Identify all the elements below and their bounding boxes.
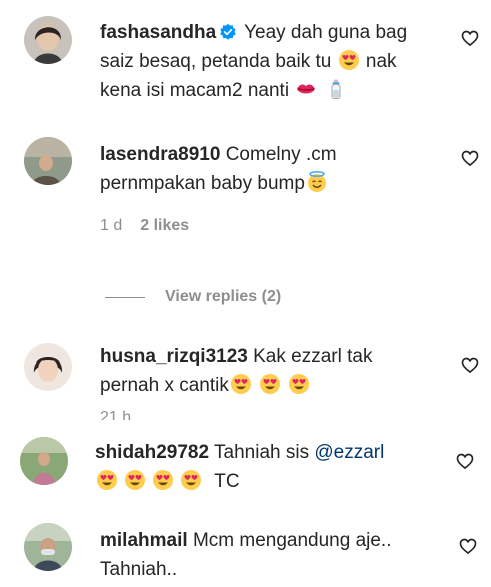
like-heart-icon[interactable] (455, 451, 475, 471)
avatar[interactable] (24, 523, 72, 571)
heart-eyes-emoji-icon (259, 373, 281, 395)
comment-text: pernah x cantik (100, 375, 229, 396)
comment-text: Tahniah.. (100, 559, 178, 580)
like-heart-icon[interactable] (460, 355, 480, 375)
verified-badge-icon (219, 23, 237, 41)
heart-eyes-emoji-icon (230, 373, 252, 395)
comment-text: Tahniah sis (214, 442, 310, 463)
like-heart-icon[interactable] (458, 536, 478, 556)
comment-body: milahmail Mcm mengandung aje.. Tahniah.. (100, 526, 440, 584)
mention-link[interactable]: @ezzarl (314, 442, 384, 463)
view-replies-label: View replies (2) (165, 288, 282, 305)
comment-text: Kak ezzarl tak (253, 346, 373, 367)
comment-text: Comelny .cm (225, 144, 337, 165)
divider (105, 296, 145, 298)
avatar[interactable] (24, 137, 72, 185)
heart-eyes-emoji-icon (124, 469, 146, 491)
comment-time: 1 d (100, 217, 123, 234)
view-replies-button[interactable]: View replies (2) (105, 286, 281, 308)
username[interactable]: milahmail (100, 530, 188, 551)
avatar[interactable] (20, 437, 68, 485)
heart-eyes-emoji-icon (152, 469, 174, 491)
avatar[interactable] (24, 16, 72, 64)
heart-eyes-emoji-icon (180, 469, 202, 491)
comment-text: nak (365, 51, 397, 72)
like-heart-icon[interactable] (460, 148, 480, 168)
comment-meta: 21 h (100, 410, 131, 420)
comment-body: shidah29782 Tahniah sis @ezzarl TC (95, 438, 445, 496)
smiling-halo-emoji-icon (306, 171, 328, 193)
heart-eyes-emoji-icon (338, 49, 360, 71)
username[interactable]: fashasandha (100, 22, 216, 43)
comment-body: fashasandha Yeay dah guna bag saiz besaq… (100, 18, 440, 105)
comment-time: 21 h (100, 410, 132, 420)
username[interactable]: lasendra8910 (100, 144, 220, 165)
likes-count[interactable]: 2 likes (140, 217, 189, 234)
username[interactable]: shidah29782 (95, 442, 209, 463)
comment-text: pernmpakan baby bump (100, 173, 305, 194)
comment-text: Yeay dah guna bag (244, 22, 408, 43)
like-heart-icon[interactable] (460, 28, 480, 48)
heart-eyes-emoji-icon (96, 469, 118, 491)
avatar[interactable] (24, 343, 72, 391)
comment-body: husna_rizqi3123 Kak ezzarl tak pernah x … (100, 342, 440, 400)
comment-text: TC (214, 471, 240, 492)
heart-eyes-emoji-icon (288, 373, 310, 395)
kiss-lips-emoji-icon (295, 78, 317, 100)
baby-bottle-emoji-icon (325, 78, 347, 100)
comment-meta: 1 d 2 likes (100, 217, 189, 235)
comment-text: kena isi macam2 nanti (100, 80, 290, 101)
comment-body: lasendra8910 Comelny .cm pernmpakan baby… (100, 140, 440, 198)
comment-text: Mcm mengandung aje.. (192, 530, 392, 551)
comment-text: saiz besaq, petanda baik tu (100, 51, 332, 72)
username[interactable]: husna_rizqi3123 (100, 346, 248, 367)
